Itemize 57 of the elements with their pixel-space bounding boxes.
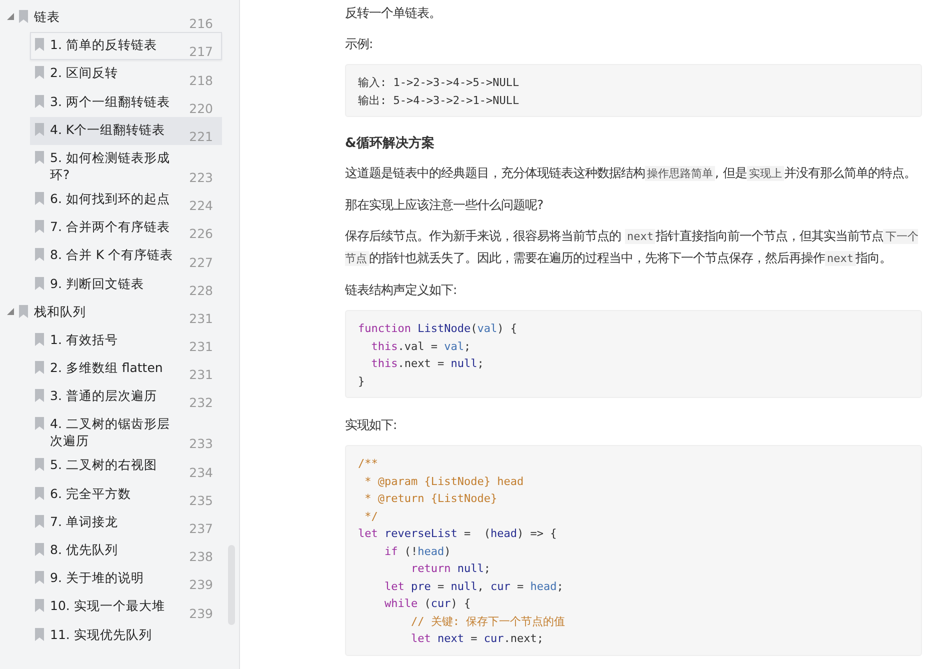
outline-item[interactable]: 2. 多维数组 flatten 231 xyxy=(30,355,222,384)
bookmark-icon xyxy=(35,628,44,641)
bookmark-icon xyxy=(35,332,44,346)
bookmark-icon xyxy=(35,543,44,556)
bookmark-icon xyxy=(19,304,28,318)
outline-item[interactable]: 栈和队列 231 xyxy=(0,298,222,327)
outline-item[interactable]: 4. 二叉树的锯齿形层次遍历 233 xyxy=(30,411,222,452)
bookmark-icon xyxy=(35,66,44,80)
outline-item[interactable]: 4. K个一组翻转链表 221 xyxy=(30,116,222,145)
bookmark-icon xyxy=(35,486,44,500)
paragraph: 链表结构声定义如下: xyxy=(345,281,458,299)
expanded-triangle-icon[interactable] xyxy=(7,308,14,315)
paragraph: 保存后续节点。作为新手来说，很容易将当前节点的 next 指针直接指向前一个节点，但其实当前节点 下一个节点 的指针也就丢失了。因此，需要在遍历的过程当中，先将下一个节点保存，然后再操作 next 指向。 xyxy=(345,227,920,268)
outline-item[interactable]: 链表 216 xyxy=(0,4,222,32)
bookmark-icon xyxy=(35,38,44,52)
outline-item[interactable]: 7. 单词接龙 237 xyxy=(30,508,222,537)
outline-item[interactable]: 6. 完全平方数 235 xyxy=(30,480,222,509)
paragraph: 这道题是链表中的经典题目，充分体现链表这种数据结构 操作思路简单 , 但是 实现上 并没有那么简单的特点。 xyxy=(345,164,917,183)
bookmark-icon xyxy=(35,514,44,528)
outline-item[interactable]: 2. 区间反转 218 xyxy=(30,60,222,89)
code-block: 输入: 1->2->3->4->5->NULL 输出: 5->4->3->2->1->NULL xyxy=(345,64,922,117)
bookmark-icon xyxy=(35,571,44,584)
outline-item[interactable]: 11. 实现优先队列 xyxy=(30,622,222,650)
bookmark-icon xyxy=(35,94,44,108)
outline-item[interactable]: 1. 简单的反转链表 217 xyxy=(30,32,222,60)
bookmark-icon xyxy=(35,389,44,402)
paragraph: 实现如下: xyxy=(345,416,398,434)
bookmark-icon xyxy=(35,417,44,430)
bookmark-icon xyxy=(35,361,44,374)
bookmark-icon xyxy=(35,458,44,472)
outline-item[interactable]: 10. 实现一个最大堆 239 xyxy=(30,593,222,622)
expanded-triangle-icon[interactable] xyxy=(7,13,14,20)
outline-item[interactable]: 8. 优先队列 238 xyxy=(30,537,222,566)
paragraph: 反转一个单链表。 xyxy=(345,4,442,22)
outline-item[interactable]: 3. 普通的层次遍历 232 xyxy=(30,383,222,412)
outline-item[interactable]: 3. 两个一组翻转链表 220 xyxy=(30,88,222,117)
bookmark-icon xyxy=(35,276,44,290)
bookmark-icon xyxy=(35,150,44,164)
outline-item[interactable]: 5. 如何检测链表形成环? 223 xyxy=(30,144,222,186)
outline-item[interactable]: 6. 如何找到环的起点 224 xyxy=(30,186,222,214)
bookmark-icon xyxy=(35,599,44,612)
bookmark-icon xyxy=(35,122,44,136)
outline-item[interactable]: 5. 二叉树的右视图 234 xyxy=(30,452,222,481)
outline-item[interactable]: 7. 合并两个有序链表 226 xyxy=(30,214,222,242)
section-heading: &循环解决方案 xyxy=(345,134,436,153)
outline-item[interactable]: 8. 合并 K 个有序链表 227 xyxy=(30,242,222,270)
bookmark-icon xyxy=(35,248,44,262)
bookmark-icon xyxy=(19,10,28,23)
paragraph: 示例: xyxy=(345,35,374,53)
outline-item[interactable]: 9. 判断回文链表 228 xyxy=(30,270,222,299)
code-block: /** * @param {ListNode} head * @return {ListNode} */ let reverseList = (head) => { if (!head) return null; let pre = null, cur = head; while (cur) { // 关键: 保存下一个节点的值 let next = cur.next; xyxy=(345,445,922,656)
outline-item[interactable]: 1. 有效括号 231 xyxy=(30,326,222,356)
paragraph: 那在实现上应该注意一些什么问题呢? xyxy=(345,196,545,214)
outline-item[interactable]: 9. 关于堆的说明 239 xyxy=(30,565,222,594)
bookmark-icon xyxy=(35,220,44,234)
bookmark-icon xyxy=(35,192,44,205)
code-block: function ListNode(val) { this.val = val; this.next = null; } xyxy=(345,310,922,398)
